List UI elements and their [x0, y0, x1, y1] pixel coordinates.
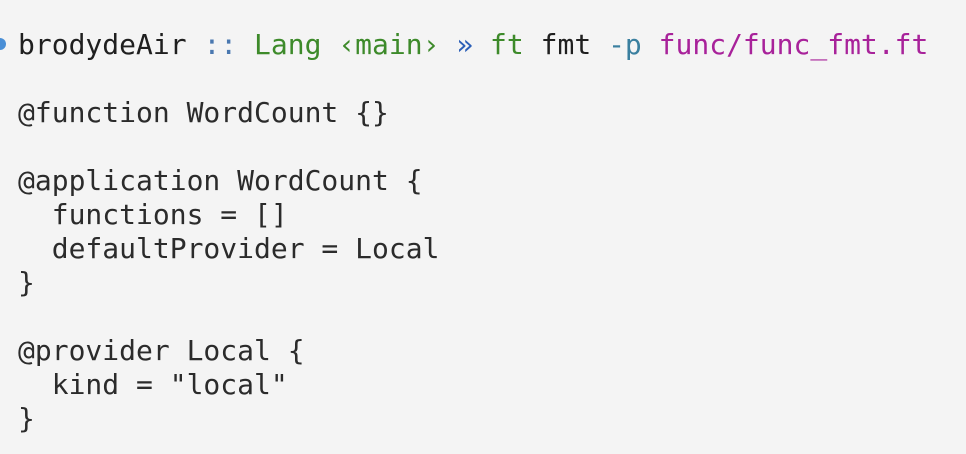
- prompt-host: brodydeAir: [18, 28, 187, 61]
- output-line-9: kind = "local": [18, 368, 288, 401]
- output-line-5: defaultProvider = Local: [18, 232, 440, 265]
- prompt-directory: Lang: [254, 28, 322, 61]
- output-line-3: @application WordCount {: [18, 164, 423, 197]
- output-line-6: }: [18, 266, 35, 299]
- command-line: brodydeAir :: Lang ‹main› » ft fmt -p fu…: [18, 28, 928, 62]
- command-flag: -p: [608, 28, 642, 61]
- prompt-arrow-icon: »: [456, 28, 474, 61]
- terminal-window[interactable]: brodydeAir :: Lang ‹main› » ft fmt -p fu…: [0, 0, 966, 454]
- output-line-8: @provider Local {: [18, 334, 305, 367]
- command-path-argument: func/func_fmt.ft: [658, 28, 929, 61]
- prompt-git-branch: ‹main›: [338, 28, 440, 61]
- output-line-1: @function WordCount {}: [18, 96, 389, 129]
- output-line-4: functions = []: [18, 198, 288, 231]
- command-subcommand: fmt: [540, 28, 592, 61]
- output-line-10: }: [18, 402, 35, 435]
- prompt-separator: ::: [203, 28, 238, 61]
- prompt-status-dot-icon: [0, 38, 6, 50]
- command-name: ft: [490, 28, 524, 61]
